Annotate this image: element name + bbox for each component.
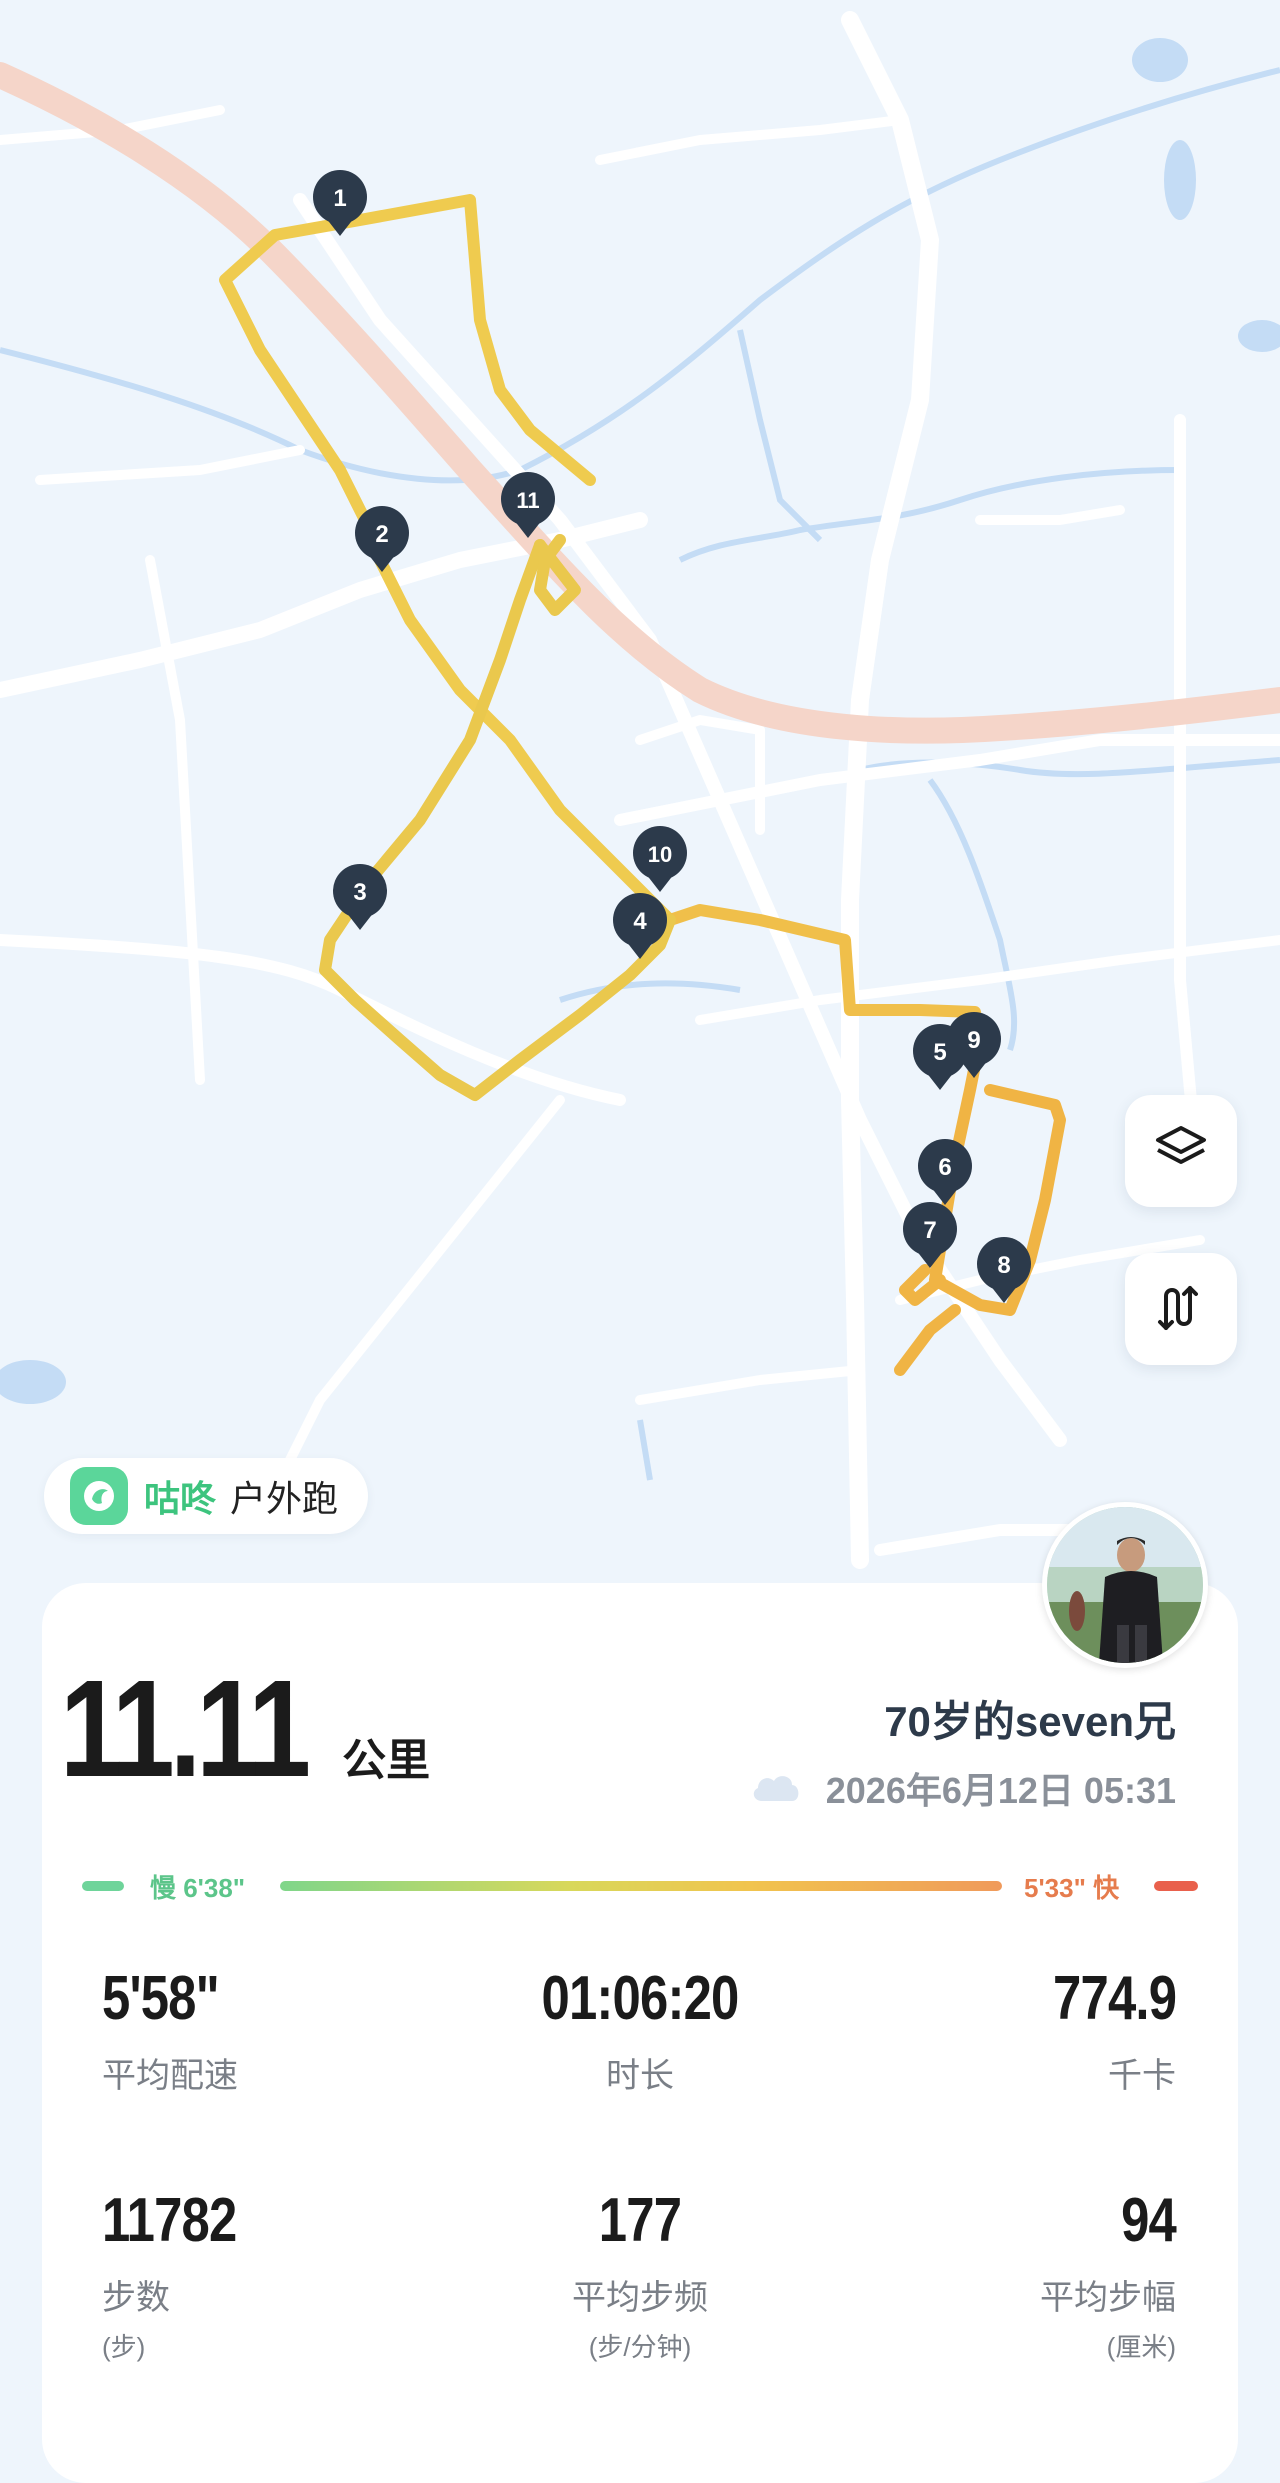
pace-legend: 慢 6'38" 5'33" 快 [82, 1868, 1198, 1904]
stat-steps: 11782 步数 (步) [102, 2190, 266, 2364]
user-name[interactable]: 70岁的seven兄 [884, 1688, 1176, 1749]
map-canvas: 1 2 3 4 5 6 7 8 9 10 11 [0, 0, 1280, 1600]
app-badge: 咕咚 户外跑 [44, 1458, 369, 1534]
stat-label: 步数 [102, 2279, 170, 2317]
fast-pace-label: 5'33" 快 [1024, 1873, 1120, 1903]
cloud-icon [748, 1769, 802, 1808]
brand-name: 咕咚 [144, 1478, 217, 1519]
fast-pace-swatch [1154, 1881, 1198, 1891]
app-logo-icon [70, 1467, 128, 1525]
stat-value: 177 [598, 2186, 682, 2255]
svg-text:7: 7 [923, 1217, 936, 1244]
stat-unit: (厘米) [1106, 2332, 1176, 2362]
stat-label: 平均步幅 [1040, 2279, 1176, 2317]
datetime-row: 2026年6月12日 05:31 [748, 1762, 1176, 1814]
slow-pace-swatch [82, 1881, 124, 1891]
stat-value: 774.9 [1052, 1964, 1177, 2033]
avatar[interactable] [1042, 1502, 1208, 1668]
pace-gradient [280, 1881, 1002, 1891]
svg-text:8: 8 [997, 1252, 1010, 1279]
stat-label: 时长 [606, 2057, 674, 2095]
svg-text:3: 3 [353, 879, 366, 906]
stat-stride: 94 平均步幅 (厘米) [1040, 2186, 1177, 2364]
svg-text:10: 10 [648, 842, 672, 867]
stat-value: 94 [1121, 2186, 1177, 2255]
route-map[interactable]: 1 2 3 4 5 6 7 8 9 10 11 [0, 0, 1280, 1600]
svg-text:1: 1 [333, 185, 346, 212]
stat-avg-pace: 5'58" 平均配速 [102, 1968, 245, 2097]
layers-icon [1152, 1120, 1210, 1183]
route-icon [1152, 1278, 1210, 1341]
stat-value: 01:06:20 [541, 1964, 740, 2033]
stat-label: 平均配速 [102, 2057, 238, 2095]
distance-value: 11.11 [60, 1652, 311, 1806]
svg-text:2: 2 [375, 521, 388, 548]
svg-text:6: 6 [938, 1154, 951, 1181]
stat-label: 平均步频 [572, 2279, 708, 2317]
stat-label: 千卡 [1108, 2057, 1176, 2095]
distance: 11.11 公里 [60, 1660, 430, 1798]
svg-text:4: 4 [633, 908, 647, 935]
layers-button[interactable] [1125, 1095, 1237, 1207]
stat-value: 11782 [102, 2186, 237, 2255]
slow-pace-label: 慢 6'38" [150, 1873, 246, 1903]
stat-calories: 774.9 千卡 [1026, 1964, 1177, 2097]
stat-unit: (步) [102, 2332, 146, 2362]
stat-duration: 01:06:20 时长 [510, 1968, 770, 2097]
svg-text:9: 9 [967, 1027, 980, 1054]
route-replay-button[interactable] [1125, 1253, 1237, 1365]
distance-unit: 公里 [342, 1736, 431, 1785]
svg-text:5: 5 [933, 1039, 946, 1066]
stat-cadence: 177 平均步频 (步/分钟) [510, 2190, 770, 2364]
svg-text:11: 11 [516, 488, 539, 513]
activity-type: 户外跑 [230, 1478, 339, 1519]
workout-datetime: 2026年6月12日 05:31 [825, 1770, 1176, 1811]
stat-value: 5'58" [102, 1964, 220, 2033]
avatar-photo [1047, 1507, 1203, 1663]
stat-unit: (步/分钟) [588, 2332, 692, 2362]
